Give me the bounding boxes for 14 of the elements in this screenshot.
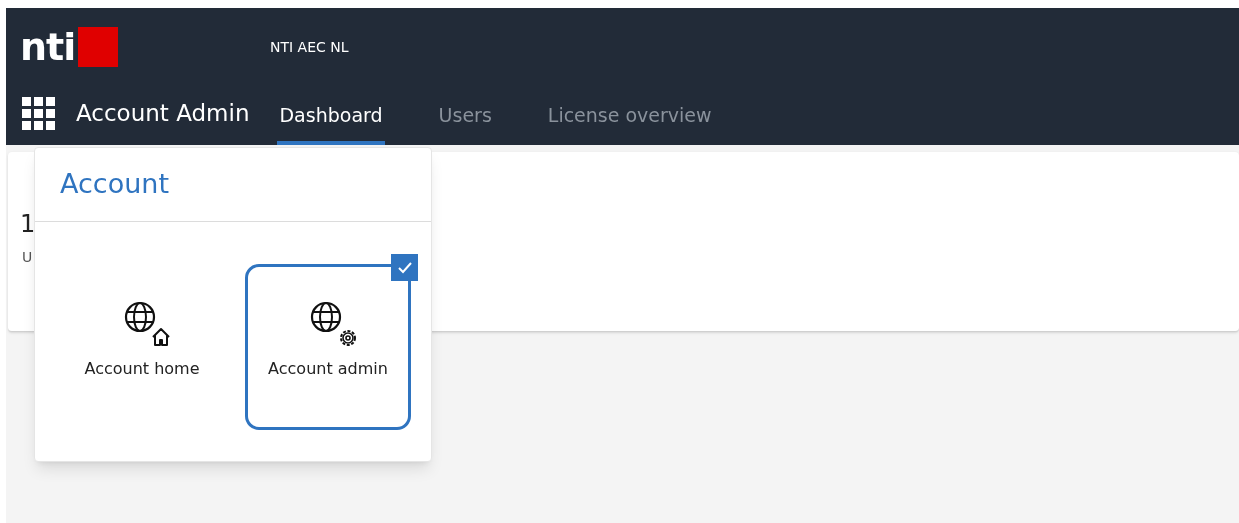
app-tile[interactable]: Account home [59,264,225,430]
check-badge-icon [391,254,418,281]
menu-title: Account [60,167,169,202]
globe-home-icon [124,301,170,347]
globe-gear-icon [310,301,356,347]
nav-tab[interactable]: License overview [545,86,714,145]
logo-square-icon [78,27,119,67]
account-name: NTI AEC NL [270,37,349,57]
card-value: 1 [20,212,36,236]
app-title: Account Admin [76,99,250,129]
app-grid-icon[interactable] [22,96,56,131]
logo-text: nti [20,28,76,66]
nav-tab[interactable]: Users [436,86,494,145]
card-label: U [22,250,33,264]
